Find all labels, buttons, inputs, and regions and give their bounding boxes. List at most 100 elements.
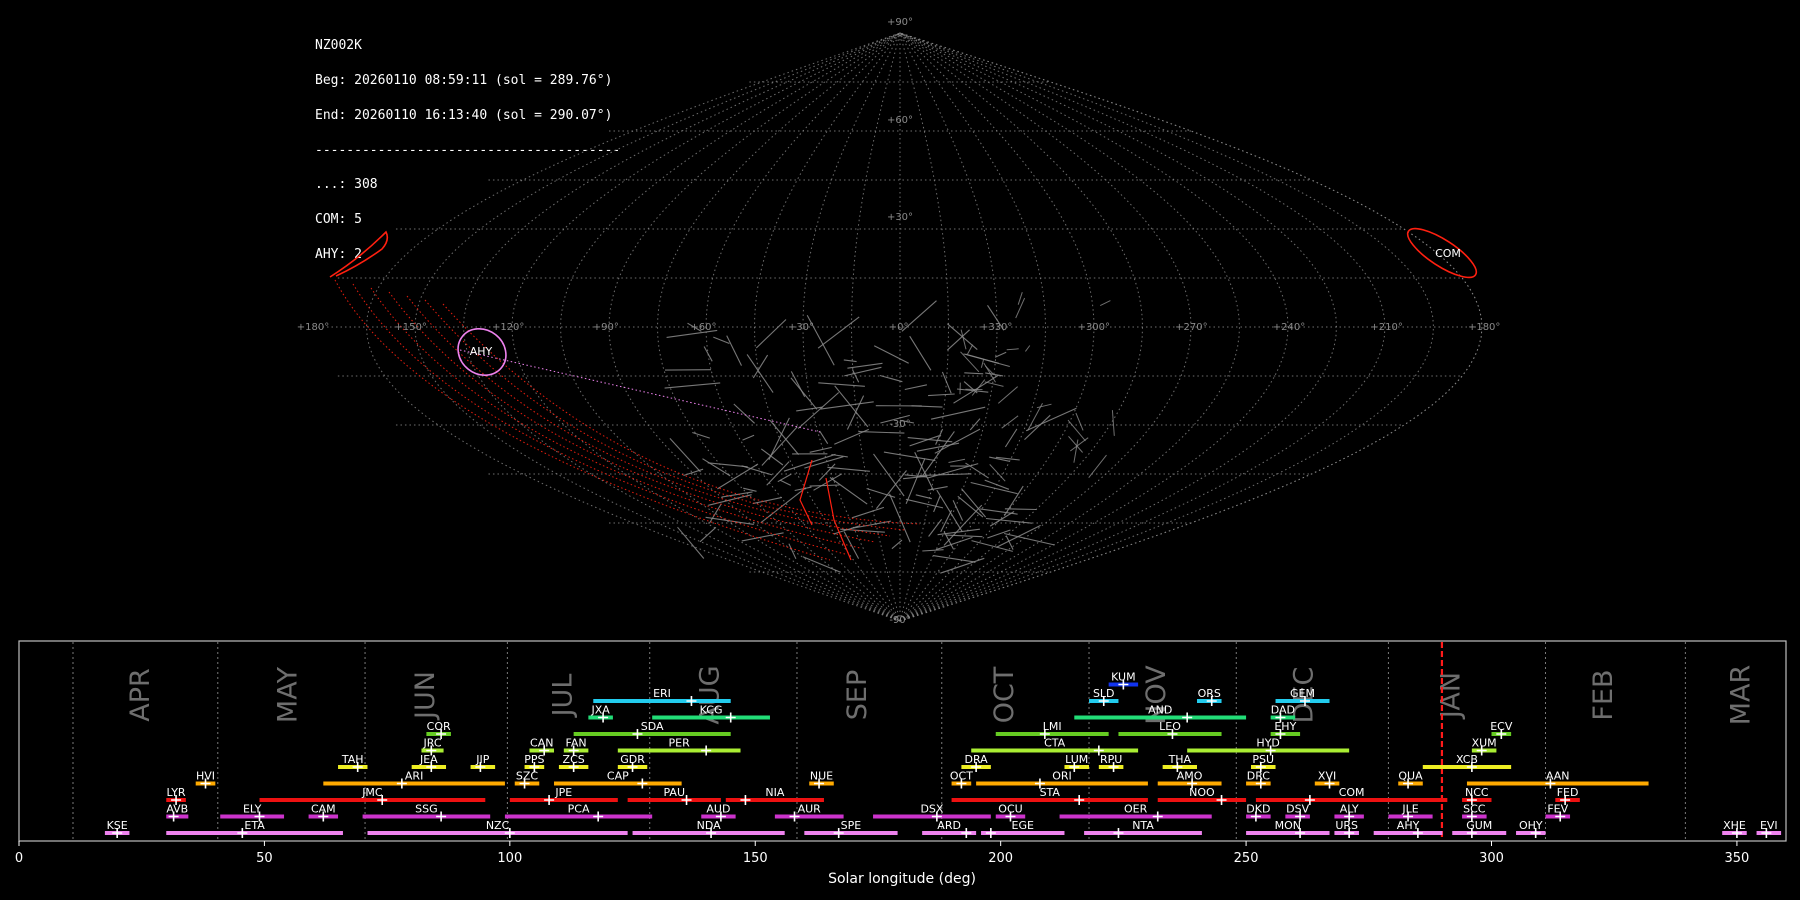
meteor-track bbox=[879, 374, 903, 383]
com-trajectory bbox=[406, 295, 891, 537]
x-axis-label: Solar longitude (deg) bbox=[828, 871, 976, 887]
meteor-track bbox=[1036, 403, 1052, 409]
shower-label: GDR bbox=[620, 753, 645, 766]
shower-label: DAD bbox=[1271, 704, 1295, 717]
meteor-track bbox=[984, 381, 1004, 387]
meteor-track bbox=[1067, 419, 1086, 442]
radiant-markers: COM AHY bbox=[329, 227, 1478, 376]
shower-label: CTA bbox=[1044, 737, 1066, 750]
meteor-track bbox=[928, 393, 955, 397]
meteor-track bbox=[994, 351, 1007, 358]
meteor-track bbox=[904, 384, 928, 391]
shower-spe: SPE bbox=[804, 819, 898, 838]
shower-gum: GUM bbox=[1452, 819, 1507, 838]
shower-label: HVI bbox=[196, 770, 215, 783]
meteor-track bbox=[708, 503, 722, 524]
meteor-track bbox=[843, 359, 857, 363]
shower-zcs: ZCS bbox=[558, 753, 589, 772]
shower-peak-marker bbox=[593, 811, 604, 822]
meridian-line bbox=[899, 32, 1338, 622]
shower-label: SSG bbox=[415, 803, 438, 816]
meteor-track bbox=[1005, 535, 1014, 550]
meteor-track bbox=[1088, 454, 1107, 479]
meteor-track bbox=[819, 430, 829, 444]
shower-label: STA bbox=[1040, 786, 1061, 799]
month-label: MAY bbox=[272, 666, 303, 723]
shower-pca: PCA bbox=[504, 803, 653, 822]
shower-label: KSE bbox=[107, 819, 128, 832]
meteor-track bbox=[1075, 412, 1084, 431]
meteor-track bbox=[831, 453, 848, 458]
x-tick-label: 50 bbox=[256, 851, 273, 866]
meteor-track bbox=[677, 526, 705, 559]
meteor-track bbox=[742, 434, 755, 441]
meteor-track bbox=[752, 496, 783, 505]
shower-oct: OCT bbox=[950, 770, 973, 789]
shower-label: NTA bbox=[1132, 819, 1154, 832]
x-axis: 0 50 100 150 200 250 300 350 bbox=[15, 841, 1749, 866]
shower-label: KCG bbox=[700, 704, 723, 717]
shower-qua: QUA bbox=[1398, 770, 1423, 789]
x-tick-label: 150 bbox=[743, 851, 768, 866]
x-tick-label: 200 bbox=[988, 851, 1013, 866]
month-label: MAR bbox=[1725, 665, 1756, 726]
shower-label: NDA bbox=[697, 819, 722, 832]
shower-cap: CAP bbox=[554, 770, 682, 789]
lon-tick-label: +210° bbox=[1370, 322, 1402, 333]
shower-timeline-chart: APR MAY JUN JUL AUG SEP OCT NOV DEC JAN FEB MAR KSE… bbox=[15, 640, 1787, 887]
shower-dkd: DKD bbox=[1246, 803, 1271, 822]
shower-peak-marker bbox=[725, 712, 736, 723]
meteor-track bbox=[997, 386, 1019, 404]
shower-xhe: XHE bbox=[1722, 819, 1747, 838]
shower-peak-marker bbox=[985, 828, 996, 838]
shower-label: CAP bbox=[607, 770, 629, 783]
shower-label: COR bbox=[427, 720, 451, 733]
shower-xvi: XVI bbox=[1314, 770, 1340, 789]
shower-label: JPE bbox=[554, 786, 572, 799]
month-label: FEB bbox=[1588, 669, 1619, 720]
meteor-track bbox=[967, 344, 974, 355]
shower-label: ERI bbox=[653, 687, 671, 700]
x-tick-label: 0 bbox=[15, 851, 23, 866]
lon-tick-label: +180° bbox=[297, 322, 329, 333]
meteor-track bbox=[952, 500, 964, 521]
shower-label: XHE bbox=[1723, 819, 1746, 832]
month-label: APR bbox=[125, 668, 156, 722]
meteor-track bbox=[692, 431, 710, 439]
shower-label: SLD bbox=[1093, 687, 1115, 700]
shower-peak-marker bbox=[544, 795, 555, 805]
x-tick-label: 350 bbox=[1725, 851, 1750, 866]
meteor-track bbox=[809, 446, 832, 453]
shower-sta: STA bbox=[951, 786, 1148, 805]
meteor-track bbox=[1001, 415, 1019, 429]
shower-label: NZC bbox=[486, 819, 510, 832]
shower-label: DKD bbox=[1246, 803, 1270, 816]
shower-xcb: XCB bbox=[1422, 753, 1512, 772]
meteor-track bbox=[790, 377, 818, 410]
lon-tick-label: +180° bbox=[1468, 322, 1500, 333]
shower-label: NCC bbox=[1465, 786, 1489, 799]
meteor-track bbox=[797, 392, 840, 429]
meteor-track bbox=[971, 379, 986, 396]
meteor-track bbox=[985, 517, 1033, 524]
lon-tick-label: +60° bbox=[690, 322, 716, 333]
meteor-track bbox=[817, 316, 860, 349]
meteor-track bbox=[779, 479, 792, 486]
shower-jpe: JPE bbox=[509, 786, 618, 805]
meteor-track bbox=[941, 371, 952, 394]
meteor-track bbox=[809, 484, 840, 487]
shower-peak-marker bbox=[961, 828, 972, 838]
meteor-track bbox=[733, 403, 755, 424]
meteor-track bbox=[909, 435, 940, 447]
shower-label: AND bbox=[1148, 704, 1172, 717]
shower-nzc: NZC bbox=[367, 819, 628, 838]
shower-label: COM bbox=[1339, 786, 1365, 799]
meteor-track bbox=[820, 401, 874, 410]
meteor-track bbox=[1024, 345, 1031, 352]
meteor-track bbox=[1111, 410, 1115, 436]
meteor-track bbox=[933, 555, 976, 563]
meteor-track bbox=[883, 451, 936, 462]
meteor-track bbox=[1024, 414, 1051, 440]
shower-label: CAN bbox=[530, 737, 553, 750]
shower-label: URS bbox=[1335, 819, 1358, 832]
